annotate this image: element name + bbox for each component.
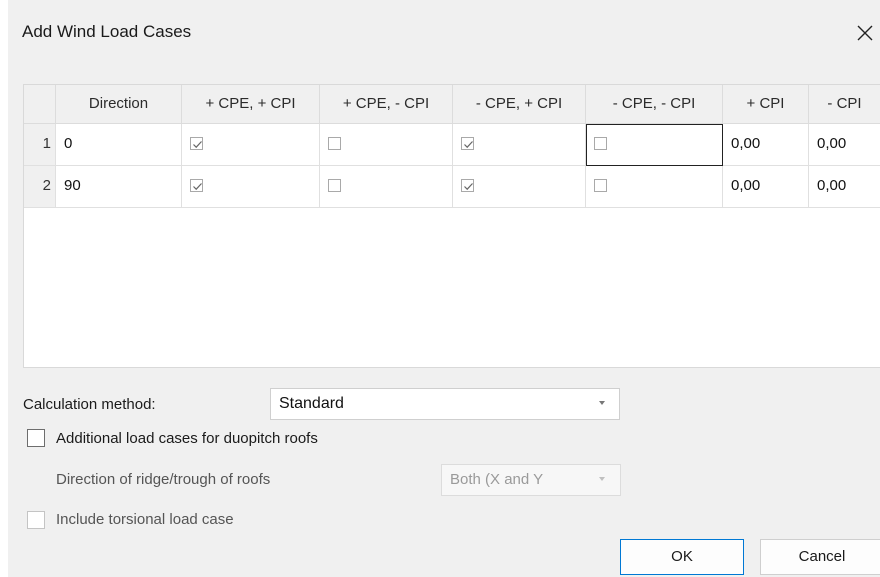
mcpe-mcpi-checkbox[interactable] (594, 179, 607, 192)
col-header-direction[interactable]: Direction (56, 85, 182, 124)
chevron-down-icon (599, 477, 605, 481)
mcpe-pcpi-checkbox[interactable] (461, 137, 474, 150)
calculation-method-label: Calculation method: (23, 396, 156, 413)
mcpe-pcpi-checkbox[interactable] (461, 179, 474, 192)
col-header-pcpi[interactable]: + CPI (723, 85, 809, 124)
row-number[interactable]: 1 (24, 124, 56, 166)
dialog-title: Add Wind Load Cases (22, 22, 192, 41)
duopitch-checkbox[interactable] (27, 429, 45, 447)
mcpe-mcpi-checkbox[interactable] (594, 137, 607, 150)
col-header-pcpe-mcpi[interactable]: + CPE, - CPI (320, 85, 453, 124)
mcpe-mcpi-cell[interactable] (586, 166, 723, 208)
torsional-checkbox[interactable] (27, 511, 45, 529)
ridge-direction-select[interactable]: Both (X and Y (441, 464, 621, 496)
mcpi-cell[interactable]: 0,00 (809, 124, 880, 166)
ridge-direction-label: Direction of ridge/trough of roofs (56, 471, 271, 488)
pcpi-cell[interactable]: 0,00 (723, 166, 809, 208)
pcpe-pcpi-checkbox[interactable] (190, 137, 203, 150)
close-icon[interactable] (850, 14, 878, 50)
mcpe-mcpi-cell[interactable] (586, 124, 723, 166)
pcpe-pcpi-cell[interactable] (182, 166, 320, 208)
pcpe-mcpi-checkbox[interactable] (328, 179, 341, 192)
col-header-pcpe-pcpi[interactable]: + CPE, + CPI (182, 85, 320, 124)
duopitch-label[interactable]: Additional load cases for duopitch roofs (56, 430, 318, 447)
add-wind-load-cases-dialog: Add Wind Load Cases Direction + CPE, + C… (8, 0, 880, 577)
calculation-method-select[interactable]: Standard (270, 388, 620, 420)
direction-cell[interactable]: 90 (56, 166, 182, 208)
mcpe-pcpi-cell[interactable] (453, 124, 586, 166)
pcpe-pcpi-cell[interactable] (182, 124, 320, 166)
col-header-mcpe-pcpi[interactable]: - CPE, + CPI (453, 85, 586, 124)
pcpe-pcpi-checkbox[interactable] (190, 179, 203, 192)
torsional-label[interactable]: Include torsional load case (56, 511, 234, 528)
pcpi-cell[interactable]: 0,00 (723, 124, 809, 166)
pcpe-mcpi-cell[interactable] (320, 124, 453, 166)
cancel-button[interactable]: Cancel (760, 539, 880, 575)
col-header-mcpi[interactable]: - CPI (809, 85, 880, 124)
pcpe-mcpi-checkbox[interactable] (328, 137, 341, 150)
calculation-method-value: Standard (279, 395, 344, 412)
chevron-down-icon (599, 401, 605, 405)
ok-button[interactable]: OK (620, 539, 744, 575)
pcpe-mcpi-cell[interactable] (320, 166, 453, 208)
col-header-mcpe-mcpi[interactable]: - CPE, - CPI (586, 85, 723, 124)
grid-corner (24, 85, 56, 124)
row-number[interactable]: 2 (24, 166, 56, 208)
load-cases-grid: Direction + CPE, + CPI + CPE, - CPI - CP… (23, 84, 880, 368)
mcpi-cell[interactable]: 0,00 (809, 166, 880, 208)
mcpe-pcpi-cell[interactable] (453, 166, 586, 208)
direction-cell[interactable]: 0 (56, 124, 182, 166)
ridge-direction-value: Both (X and Y (450, 471, 544, 488)
